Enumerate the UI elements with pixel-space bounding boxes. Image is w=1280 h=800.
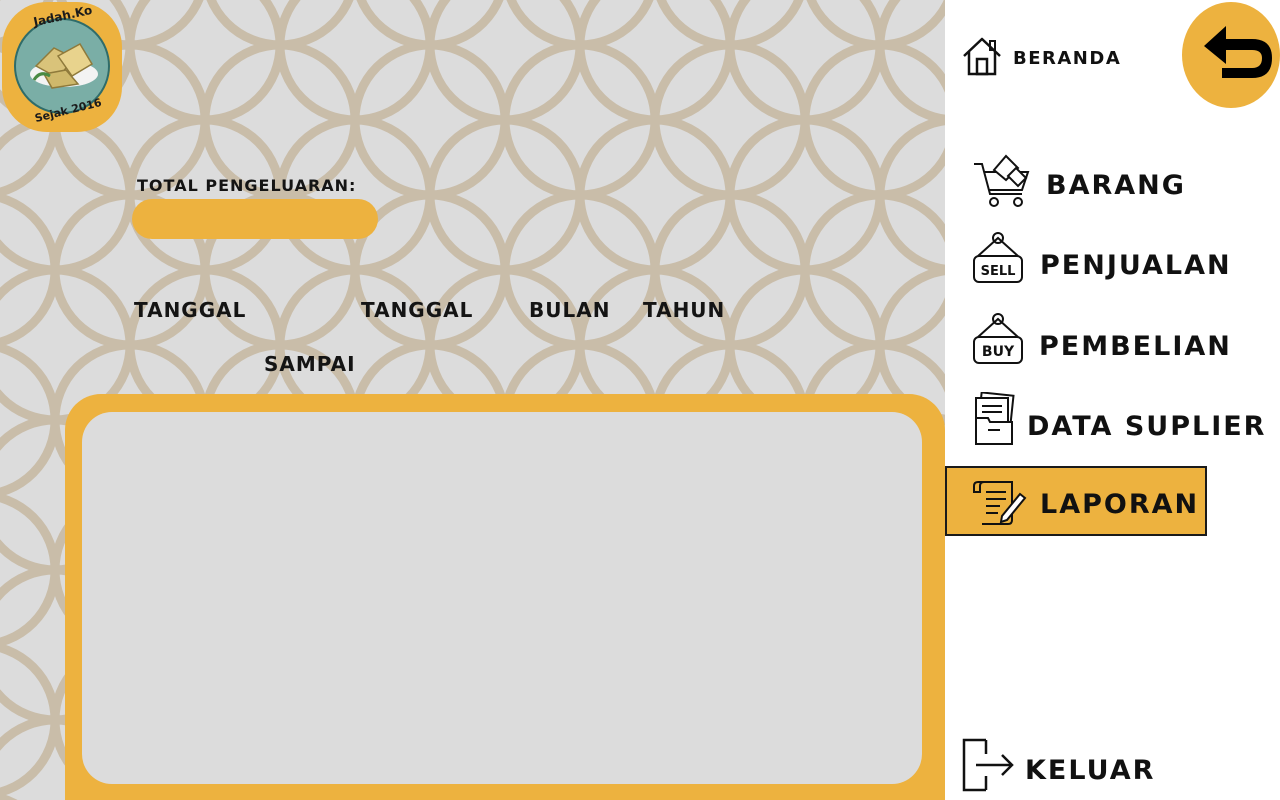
date-from-label: TANGGAL — [134, 298, 247, 322]
until-label: SAMPAI — [264, 352, 356, 376]
sidebar-item-laporan[interactable]: LAPORAN — [945, 466, 1207, 536]
sidebar-item-penjualan[interactable]: SELL PENJUALAN — [970, 230, 1230, 288]
sidebar-item-label: PENJUALAN — [1040, 250, 1232, 281]
year-label: TAHUN — [643, 298, 726, 322]
svg-text:SELL: SELL — [981, 264, 1016, 279]
sidebar-item-label: PEMBELIAN — [1039, 331, 1232, 362]
app-logo: Jadah.Ko Sejak 2016 — [0, 0, 124, 134]
logout-icon — [962, 738, 1014, 792]
report-scroll-icon — [973, 481, 1027, 525]
home-label: BERANDA — [1013, 48, 1122, 69]
sidebar-item-label: LAPORAN — [1040, 489, 1200, 520]
total-expense-label: TOTAL PENGELUARAN: — [137, 176, 357, 195]
home-icon — [963, 37, 1001, 76]
logout-button[interactable]: KELUAR — [958, 736, 1158, 794]
total-expense-field[interactable] — [132, 199, 378, 239]
back-button[interactable] — [1182, 2, 1280, 108]
cart-icon — [974, 154, 1030, 207]
sidebar-item-label: BARANG — [1046, 170, 1186, 201]
sidebar-item-data-suplier[interactable]: DATA SUPLIER — [970, 392, 1270, 448]
buy-tag-icon: BUY — [973, 313, 1023, 364]
back-arrow-icon — [1204, 26, 1272, 78]
svg-text:BUY: BUY — [982, 344, 1015, 360]
home-nav-item[interactable]: BERANDA — [958, 34, 1123, 80]
month-label: BULAN — [529, 298, 611, 322]
sidebar-item-label: DATA SUPLIER — [1027, 411, 1267, 442]
sell-tag-icon: SELL — [973, 232, 1023, 283]
sidebar-item-pembelian[interactable]: BUY PEMBELIAN — [970, 311, 1230, 369]
logout-label: KELUAR — [1025, 755, 1156, 786]
date-to-label: TANGGAL — [361, 298, 474, 322]
folder-icon — [975, 392, 1015, 445]
sidebar-item-barang[interactable]: BARANG — [970, 150, 1200, 212]
main-panel: Jadah.Ko Sejak 2016 TOTAL PENGELUARAN: T… — [0, 0, 945, 800]
report-table-area[interactable] — [82, 412, 922, 784]
